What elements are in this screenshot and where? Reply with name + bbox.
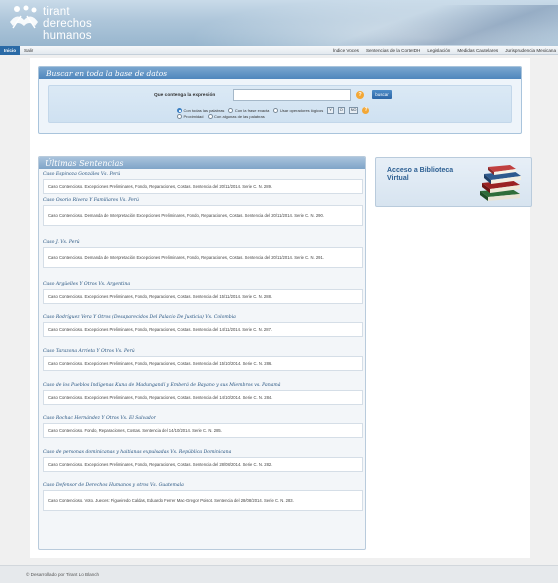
nav-sentencias[interactable]: Sentencias de la CorteIDH — [366, 46, 420, 55]
radio-proximity[interactable] — [177, 114, 182, 119]
ruling-title-link[interactable]: Caso Rodríguez Vera Y Otros (Desaparecid… — [43, 314, 363, 322]
ruling-item: Caso Espinoza Gonzáles Vs. Perú Caso Con… — [43, 171, 363, 194]
option-proximity-label: Proximidad — [183, 114, 204, 119]
search-label: Que contenga la expresión — [154, 93, 216, 98]
ruling-title-link[interactable]: Caso Tarazona Arrieta Y Otros Vs. Perú — [43, 348, 363, 356]
search-button[interactable]: buscar — [372, 90, 392, 99]
ruling-item: Caso de los Pueblos Indígenas Kuna de Ma… — [43, 382, 363, 405]
nav-legislacion[interactable]: Legislación — [427, 46, 450, 55]
ruling-description: Caso Contencioso. Excepciones Preliminar… — [43, 356, 363, 371]
ruling-description: Caso Contencioso. Excepciones Preliminar… — [43, 289, 363, 304]
ruling-description: Caso Contencioso. Excepciones Preliminar… — [43, 179, 363, 194]
ruling-item: Caso Rochac Hernández Y Otros Vs. El Sal… — [43, 415, 363, 438]
ruling-description: Caso Contencioso. Excepciones Preliminar… — [43, 390, 363, 405]
ruling-item: Caso Rodríguez Vera Y Otros (Desaparecid… — [43, 314, 363, 337]
virtual-library-label: Acceso a Biblioteca Virtual — [387, 167, 454, 182]
ruling-item: Caso J. Vs. Perú Caso Contencioso. Deman… — [43, 239, 363, 268]
nav-indice-voces[interactable]: Índice Voces — [333, 46, 359, 55]
logo-text-line2: derechos humanos — [43, 18, 92, 42]
ruling-item: Caso Argüelles Y Otros Vs. Argentina Cas… — [43, 281, 363, 304]
ruling-item: Caso de personas dominicanas y haitianas… — [43, 449, 363, 472]
operator-y-button[interactable]: Y — [327, 107, 334, 114]
logo-figure-icon — [10, 5, 38, 29]
header-banner: tirant derechos humanos — [0, 0, 558, 46]
option-some-words[interactable]: Con algunas de las palabras — [207, 114, 265, 119]
logo-text-line1: tirant — [43, 6, 70, 18]
search-input[interactable] — [233, 89, 351, 101]
ruling-title-link[interactable]: Caso Argüelles Y Otros Vs. Argentina — [43, 281, 363, 289]
ruling-title-link[interactable]: Caso J. Vs. Perú — [43, 239, 363, 247]
ruling-title-link[interactable]: Caso Osorio Rivera Y Familiares Vs. Perú — [43, 197, 363, 205]
nav-jurisprudencia-mexicana[interactable]: Jurisprudencia Mexicana — [505, 46, 556, 55]
ruling-title-link[interactable]: Caso Defensor de Derechos Humanos y otro… — [43, 482, 363, 490]
ruling-description: Caso Contencioso. Demanda de Interpretac… — [43, 247, 363, 268]
ruling-title-link[interactable]: Caso de personas dominicanas y haitianas… — [43, 449, 363, 457]
radio-all-words[interactable] — [177, 108, 182, 113]
option-proximity[interactable]: Proximidad — [177, 114, 204, 119]
latest-rulings-title: Últimas Sentencias — [45, 158, 124, 168]
option-exact-phrase-label: Con la frase exacta — [234, 108, 270, 113]
ruling-description: Caso Contencioso. Demanda de Interpretac… — [43, 205, 363, 226]
ruling-description: Caso Contencioso. Voto. Jueces: Figueire… — [43, 490, 363, 511]
ruling-item: Caso Osorio Rivera Y Familiares Vs. Perú… — [43, 197, 363, 226]
main-content: Buscar en toda la base de datos Que cont… — [30, 58, 532, 558]
ruling-title-link[interactable]: Caso Rochac Hernández Y Otros Vs. El Sal… — [43, 415, 363, 423]
ruling-item: Caso Tarazona Arrieta Y Otros Vs. Perú C… — [43, 348, 363, 371]
option-exact-phrase[interactable]: Con la frase exacta — [228, 108, 269, 113]
radio-logical-ops[interactable] — [273, 108, 279, 113]
nav-inicio-link[interactable]: Inicio — [0, 46, 20, 55]
radio-exact-phrase[interactable] — [228, 108, 234, 113]
option-logical-ops[interactable]: Usar operadores lógicos — [273, 108, 323, 113]
nav-medidas-cautelares[interactable]: Medidas Cautelares — [457, 46, 498, 55]
virtual-library-link[interactable]: Acceso a Biblioteca Virtual — [375, 157, 532, 207]
operator-no-button[interactable]: NO — [348, 107, 359, 114]
ruling-item: Caso Defensor de Derechos Humanos y otro… — [43, 482, 363, 511]
books-icon — [480, 165, 521, 201]
option-all-words[interactable]: Con todas las palabras — [177, 108, 224, 113]
ruling-title-link[interactable]: Caso Espinoza Gonzáles Vs. Perú — [43, 171, 363, 179]
ruling-description: Caso Contencioso. Excepciones Preliminar… — [43, 322, 363, 337]
operators-help-icon[interactable]: ? — [362, 107, 370, 114]
ruling-title-link[interactable]: Caso de los Pueblos Indígenas Kuna de Ma… — [43, 382, 363, 390]
site-logo[interactable]: tirant derechos humanos — [7, 2, 127, 42]
footer: © Desarrollado por Tirant Lo Blanch — [0, 565, 558, 583]
option-all-words-label: Con todas las palabras — [183, 108, 225, 113]
help-icon[interactable]: ? — [356, 91, 364, 99]
ruling-description: Caso Contencioso. Excepciones Preliminar… — [43, 457, 363, 472]
option-logical-ops-label: Usar operadores lógicos — [279, 108, 324, 113]
footer-credit: © Desarrollado por Tirant Lo Blanch — [26, 572, 100, 577]
ruling-description: Caso Contencioso. Fondo, Reparaciones, C… — [43, 423, 363, 438]
nav-salir-link[interactable]: Salir — [20, 46, 37, 55]
search-panel-title: Buscar en toda la base de datos — [46, 68, 168, 78]
main-nav: Inicio Salir Índice Voces Sentencias de … — [0, 46, 558, 55]
operator-o-button[interactable]: O — [337, 107, 345, 114]
search-panel: Buscar en toda la base de datos Que cont… — [38, 66, 522, 134]
header-decoration-2 — [330, 5, 558, 45]
radio-some-words[interactable] — [207, 114, 213, 119]
latest-rulings-panel: Últimas Sentencias Caso Espinoza Gonzále… — [38, 156, 366, 550]
search-form: Que contenga la expresión ? buscar Con t… — [48, 85, 512, 123]
option-some-words-label: Con algunas de las palabras — [214, 114, 265, 119]
